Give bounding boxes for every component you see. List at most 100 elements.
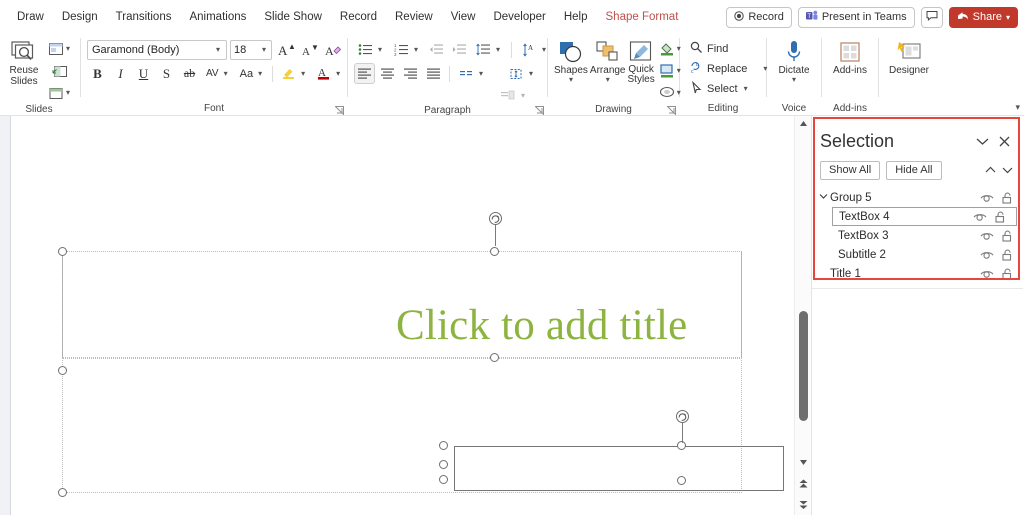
- selection-item-textbox-3[interactable]: TextBox 3: [812, 226, 1023, 245]
- tab-transitions[interactable]: Transitions: [107, 7, 181, 27]
- group-handle-bottom-center[interactable]: [490, 353, 499, 362]
- text-direction-button[interactable]: A ▾: [517, 39, 552, 60]
- increase-font-size-button[interactable]: A ▲: [275, 39, 296, 60]
- slide-canvas[interactable]: Click to add title: [11, 116, 794, 515]
- decrease-indent-button[interactable]: [426, 39, 447, 60]
- textbox-handle-top-left[interactable]: [439, 441, 448, 450]
- tab-draw[interactable]: Draw: [8, 7, 53, 27]
- scroll-up-button[interactable]: [795, 116, 812, 131]
- tab-slide-show[interactable]: Slide Show: [255, 7, 331, 27]
- bullets-button[interactable]: ▾: [354, 39, 388, 60]
- justify-button[interactable]: [423, 63, 444, 84]
- columns-button[interactable]: ▾: [455, 63, 489, 84]
- section-button[interactable]: ▾: [46, 82, 74, 103]
- tab-shape-format[interactable]: Shape Format: [597, 7, 688, 27]
- text-highlight-button[interactable]: ▾: [277, 63, 311, 84]
- lock-toggle-icon[interactable]: [997, 268, 1017, 280]
- align-center-button[interactable]: [377, 63, 398, 84]
- shapes-button[interactable]: Shapes ▾: [554, 37, 588, 84]
- selection-item-title-1[interactable]: Title 1: [812, 264, 1023, 283]
- textbox-handle-bottom-left[interactable]: [439, 475, 448, 484]
- font-size-combobox[interactable]: 18 ▾: [230, 39, 272, 60]
- align-left-button[interactable]: [354, 63, 375, 84]
- previous-slide-button[interactable]: [795, 476, 812, 491]
- reuse-slides-button[interactable]: Reuse Slides: [4, 37, 44, 87]
- increase-indent-button[interactable]: [449, 39, 470, 60]
- convert-to-smartart-button[interactable]: ▾: [496, 85, 531, 106]
- line-spacing-button[interactable]: ▾: [472, 39, 506, 60]
- group-handle-bottom-left[interactable]: [58, 488, 67, 497]
- visibility-toggle-icon[interactable]: [977, 193, 997, 203]
- addins-button[interactable]: Add-ins: [828, 37, 872, 76]
- decrease-font-size-button[interactable]: A ▼: [299, 39, 320, 60]
- drawing-dialog-launcher[interactable]: [666, 106, 676, 116]
- shape-effects-button[interactable]: ▾: [657, 82, 685, 103]
- underline-button[interactable]: U: [133, 63, 154, 84]
- slide-surface[interactable]: Click to add title: [11, 116, 794, 515]
- select-button[interactable]: Select ▾: [686, 79, 754, 99]
- group-handle-top-left[interactable]: [58, 247, 67, 256]
- lock-toggle-icon[interactable]: [990, 211, 1010, 223]
- collapse-ribbon-button[interactable]: ▾: [1015, 102, 1020, 113]
- scrollbar-thumb[interactable]: [799, 311, 808, 421]
- clear-formatting-button[interactable]: A: [323, 39, 344, 60]
- show-all-button[interactable]: Show All: [820, 160, 881, 180]
- lock-toggle-icon[interactable]: [997, 230, 1017, 242]
- selection-item-subtitle-2[interactable]: Subtitle 2: [812, 245, 1023, 264]
- selection-item-group-5[interactable]: Group 5: [812, 188, 1023, 207]
- tab-record[interactable]: Record: [331, 7, 386, 27]
- arrange-button[interactable]: Arrange ▾: [590, 37, 626, 84]
- send-backward-button[interactable]: [1000, 161, 1015, 179]
- strikethrough-button[interactable]: ab: [179, 63, 200, 84]
- visibility-toggle-icon[interactable]: [970, 212, 990, 222]
- layout-button[interactable]: [46, 60, 74, 81]
- selection-item-textbox-4[interactable]: TextBox 4: [832, 207, 1017, 226]
- align-text-button[interactable]: ▾: [504, 63, 539, 84]
- character-spacing-button[interactable]: AV ▾: [202, 63, 234, 84]
- change-case-button[interactable]: Aa ▾: [236, 63, 268, 84]
- dictate-button[interactable]: Dictate ▾: [773, 37, 815, 84]
- visibility-toggle-icon[interactable]: [977, 269, 997, 279]
- textbox-handle-middle-left[interactable]: [439, 460, 448, 469]
- paragraph-dialog-launcher[interactable]: [534, 106, 544, 116]
- tab-developer[interactable]: Developer: [484, 7, 554, 27]
- lock-toggle-icon[interactable]: [997, 192, 1017, 204]
- textbox-handle-bottom-right[interactable]: [677, 476, 686, 485]
- font-color-button[interactable]: A ▾: [313, 63, 346, 84]
- group-rotation-handle[interactable]: [489, 212, 502, 225]
- group-handle-middle-left[interactable]: [58, 366, 67, 375]
- bring-forward-button[interactable]: [983, 161, 998, 179]
- record-button[interactable]: Record: [726, 6, 792, 28]
- selection-pane-close-button[interactable]: [993, 130, 1015, 152]
- replace-button[interactable]: bc Replace ▾: [686, 59, 773, 79]
- group-handle-top-center[interactable]: [490, 247, 499, 256]
- designer-button[interactable]: Designer: [885, 37, 933, 76]
- align-right-button[interactable]: [400, 63, 421, 84]
- italic-button[interactable]: I: [110, 63, 131, 84]
- shape-outline-button[interactable]: ▾: [657, 60, 685, 81]
- selected-textbox-outline[interactable]: [454, 446, 784, 491]
- slide-thumbnail-pane[interactable]: [0, 116, 11, 515]
- tab-review[interactable]: Review: [386, 7, 442, 27]
- tab-animations[interactable]: Animations: [180, 7, 255, 27]
- visibility-toggle-icon[interactable]: [977, 231, 997, 241]
- quick-styles-button[interactable]: Quick Styles: [628, 37, 655, 85]
- chevron-down-icon[interactable]: [816, 193, 830, 202]
- bold-button[interactable]: B: [87, 63, 108, 84]
- visibility-toggle-icon[interactable]: [977, 250, 997, 260]
- hide-all-button[interactable]: Hide All: [886, 160, 942, 180]
- lock-toggle-icon[interactable]: [997, 249, 1017, 261]
- textbox-rotation-handle[interactable]: [676, 410, 689, 423]
- next-slide-button[interactable]: [795, 497, 812, 512]
- tab-design[interactable]: Design: [53, 7, 107, 27]
- scroll-down-button[interactable]: [795, 455, 812, 470]
- tab-view[interactable]: View: [442, 7, 485, 27]
- new-slide-button[interactable]: ▾: [46, 38, 74, 59]
- font-dialog-launcher[interactable]: [334, 106, 344, 116]
- numbering-button[interactable]: 123 ▾: [390, 39, 424, 60]
- find-button[interactable]: Find: [686, 39, 732, 59]
- font-name-combobox[interactable]: Garamond (Body) ▾: [87, 39, 227, 60]
- comments-button[interactable]: [920, 6, 943, 28]
- tab-help[interactable]: Help: [555, 7, 597, 27]
- shape-fill-button[interactable]: ▾: [657, 38, 685, 59]
